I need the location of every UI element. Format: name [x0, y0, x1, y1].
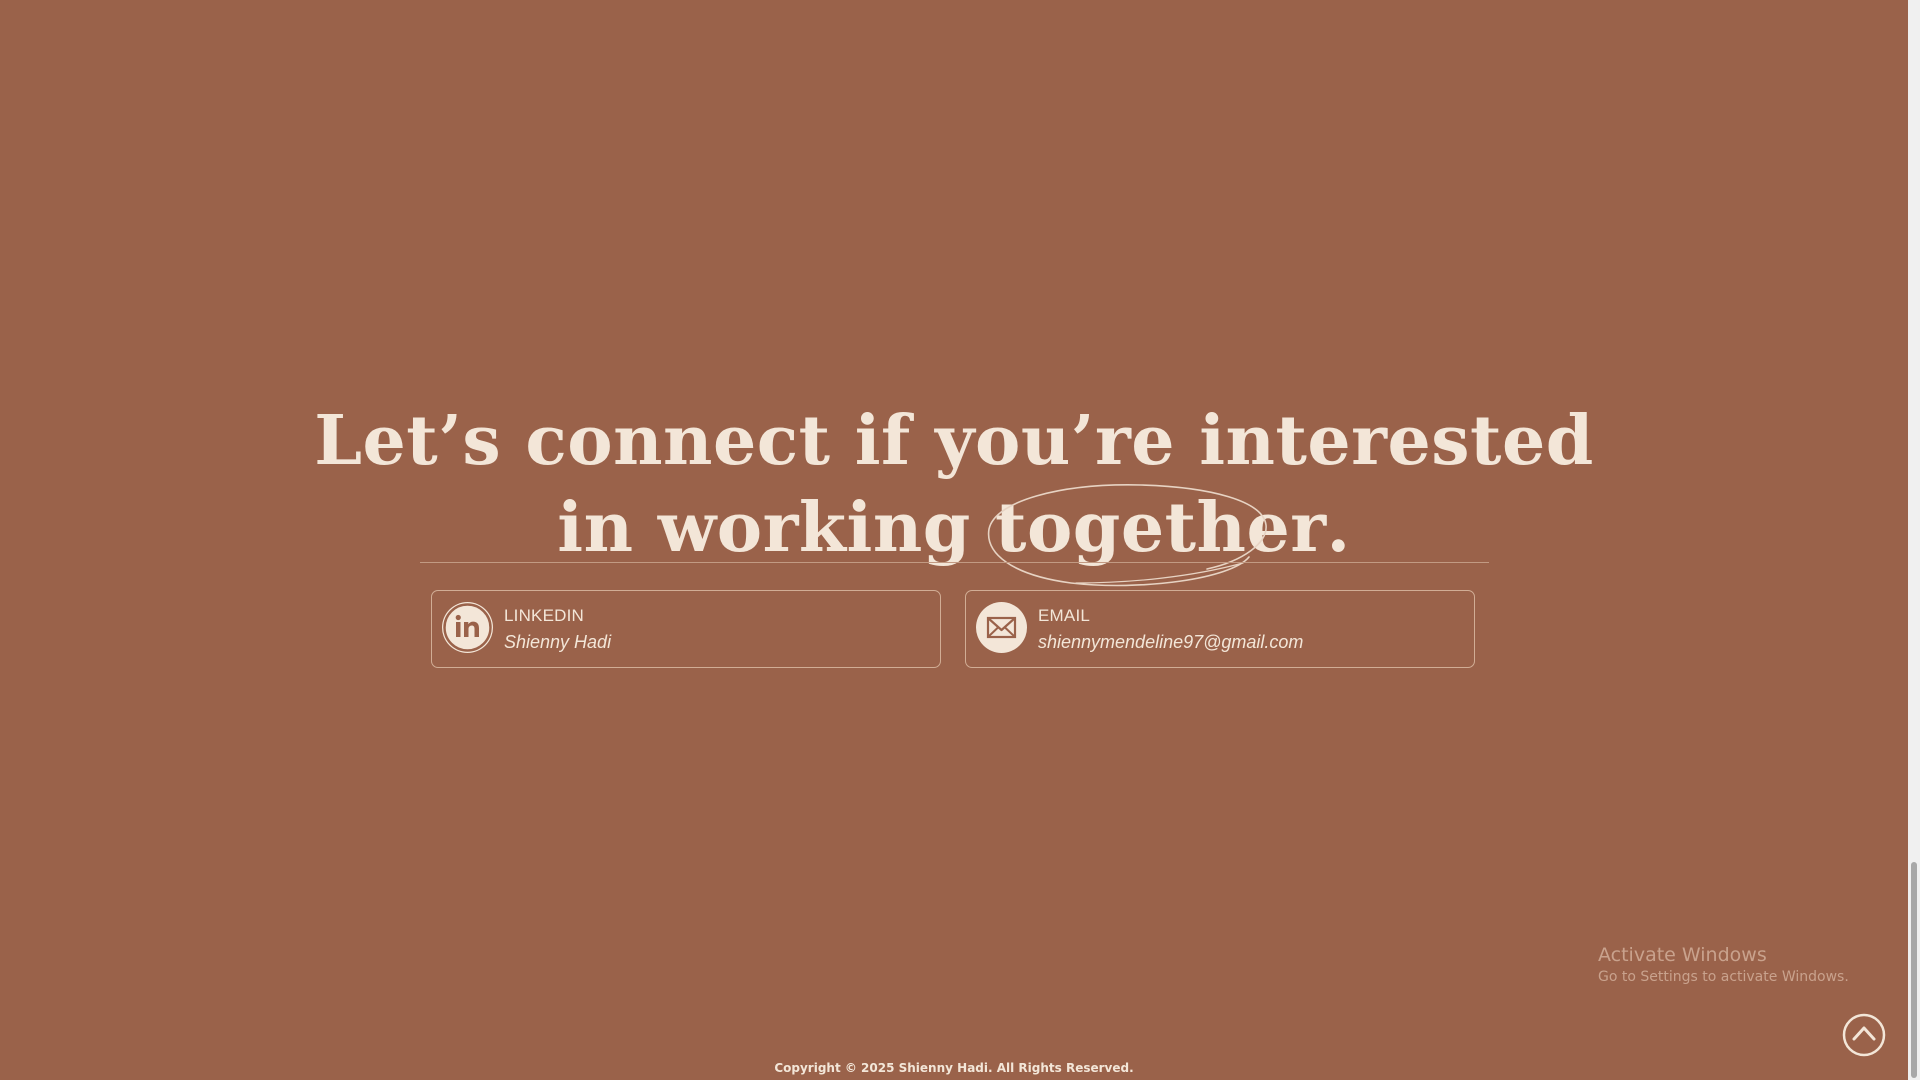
- mail-icon: [976, 602, 1027, 653]
- footer-copyright: Copyright © 2025 Shienny Hadi. All Right…: [774, 1061, 1134, 1075]
- watermark-title: Activate Windows: [1598, 944, 1767, 966]
- headline-line-2-prefix: in working: [557, 487, 996, 568]
- email-label: EMAIL: [1038, 606, 1091, 625]
- linkedin-label: LINKEDIN: [504, 606, 585, 625]
- headline-period: .: [1326, 487, 1351, 568]
- headline-line-1: Let’s connect if you’re interested: [314, 400, 1594, 481]
- windows-activation-watermark: Activate Windows Go to Settings to activ…: [1598, 944, 1849, 985]
- contact-cards: LINKEDIN Shienny Hadi EMAIL shiennymende…: [431, 590, 1478, 670]
- email-value[interactable]: shiennymendeline97@gmail.com: [1038, 632, 1303, 653]
- email-card[interactable]: EMAIL shiennymendeline97@gmail.com: [965, 590, 1475, 668]
- linkedin-value[interactable]: Shienny Hadi: [504, 632, 611, 653]
- back-to-top-button[interactable]: [1842, 1013, 1886, 1057]
- linkedin-icon: [442, 602, 493, 653]
- linkedin-card[interactable]: LINKEDIN Shienny Hadi: [431, 590, 941, 668]
- contact-page: Let’s connect if you’re interested in wo…: [0, 0, 1908, 1080]
- headline-highlight: together: [987, 483, 1327, 586]
- section-divider: [420, 562, 1489, 563]
- headline-line-2: in working together .: [0, 483, 1908, 586]
- watermark-subtitle: Go to Settings to activate Windows.: [1598, 969, 1849, 985]
- contact-headline: Let’s connect if you’re interested in wo…: [0, 398, 1908, 586]
- vertical-scrollbar[interactable]: [1908, 0, 1920, 1080]
- scrollbar-thumb[interactable]: [1911, 862, 1917, 1078]
- headline-highlight-word: together: [995, 487, 1327, 568]
- chevron-up-circle-icon: [1842, 1013, 1886, 1057]
